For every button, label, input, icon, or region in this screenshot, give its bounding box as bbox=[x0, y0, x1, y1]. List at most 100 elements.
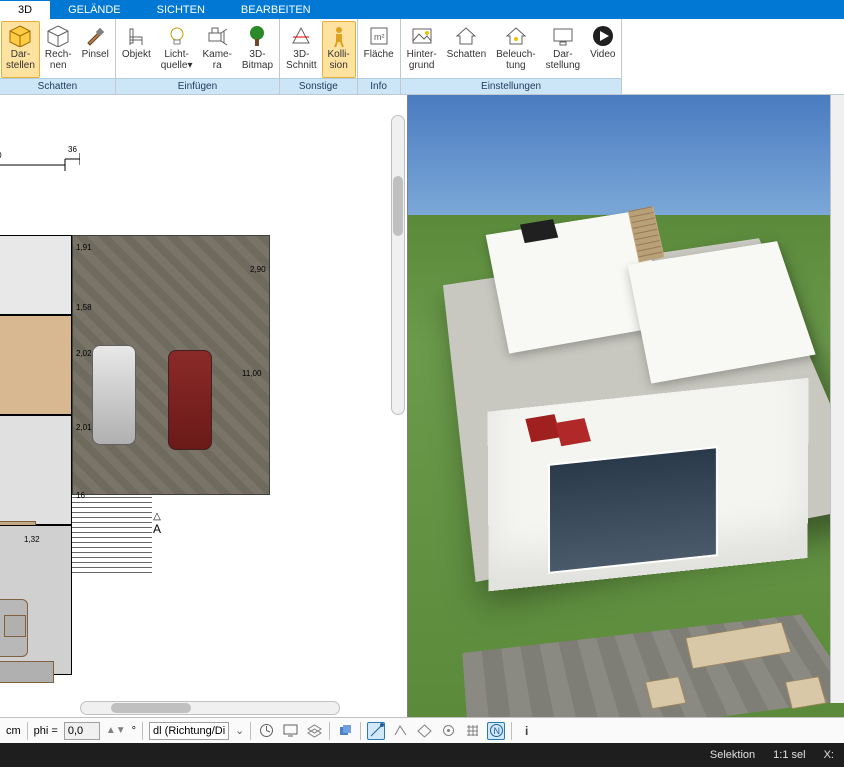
rechnen-button[interactable]: Rech- nen bbox=[40, 21, 77, 78]
plan-v-scroll-thumb[interactable] bbox=[393, 176, 403, 236]
plan-h-scroll-thumb[interactable] bbox=[111, 703, 191, 713]
dim-16: 16 bbox=[76, 491, 85, 500]
svg-text:m²: m² bbox=[374, 32, 385, 42]
living-chair bbox=[4, 615, 26, 637]
lichtquelle-label: Licht- quelle▾ bbox=[161, 49, 193, 71]
menu-tab-3d[interactable]: 3D bbox=[0, 0, 50, 19]
hintergrund-button[interactable]: Hinter- grund bbox=[402, 21, 442, 78]
workspace: 5,60 36 Bad 14,12 m² Küche 19,20 m² bbox=[0, 95, 844, 717]
info-icon[interactable]: i bbox=[518, 722, 536, 740]
kollision-button[interactable]: Kolli- sion bbox=[322, 21, 356, 78]
ribbon-group-sonstige: 3D- Schnitt Kolli- sion Sonstige bbox=[280, 19, 358, 94]
kollision-label: Kolli- sion bbox=[328, 49, 350, 71]
car-silver[interactable] bbox=[92, 345, 136, 445]
3d-bitmap-label: 3D- Bitmap bbox=[242, 49, 273, 71]
screen-icon bbox=[551, 24, 575, 48]
car-red[interactable] bbox=[168, 350, 212, 450]
snap-center-icon[interactable] bbox=[439, 722, 457, 740]
clock-icon[interactable] bbox=[257, 722, 275, 740]
ribbon-group-label-info: Info bbox=[358, 78, 400, 94]
north-icon[interactable]: N bbox=[487, 722, 505, 740]
3d-schnitt-button[interactable]: 3D- Schnitt bbox=[281, 21, 322, 78]
dim-202: 2,02 bbox=[76, 349, 92, 358]
room-bad[interactable] bbox=[0, 235, 72, 315]
dim-132: 1,32 bbox=[24, 535, 40, 544]
view-2d[interactable]: 5,60 36 Bad 14,12 m² Küche 19,20 m² bbox=[0, 95, 408, 717]
person-icon bbox=[327, 24, 351, 48]
3d-v-scrollbar[interactable] bbox=[830, 95, 844, 703]
svg-text:i: i bbox=[525, 724, 528, 738]
phi-input[interactable] bbox=[64, 722, 100, 740]
ribbon-group-label-einstellungen: Einstellungen bbox=[401, 78, 622, 94]
schatten-e-button[interactable]: Schatten bbox=[442, 21, 491, 78]
objekt-button[interactable]: Objekt bbox=[117, 21, 156, 78]
3d-patio-chair-1 bbox=[645, 676, 687, 709]
room-dining[interactable] bbox=[0, 415, 72, 525]
darstellung-e-label: Dar- stellung bbox=[546, 49, 580, 71]
ribbon-group-schatten: Dar- stellen Rech- nen Pinsel Schatten bbox=[0, 19, 116, 94]
3d-red-chair-1 bbox=[525, 414, 561, 442]
kamera-label: Kame- ra bbox=[202, 49, 231, 71]
dim-201: 2,01 bbox=[76, 423, 92, 432]
lichtquelle-button[interactable]: Licht- quelle▾ bbox=[156, 21, 198, 78]
view-3d[interactable] bbox=[408, 95, 844, 717]
status-selection: Selektion bbox=[710, 749, 755, 761]
cube-icon bbox=[8, 24, 32, 48]
dim-560: 5,60 bbox=[0, 151, 2, 160]
snap-midpoint-icon[interactable] bbox=[391, 722, 409, 740]
phi-label: phi = bbox=[34, 725, 58, 737]
3d-box-icon[interactable] bbox=[336, 722, 354, 740]
3d-window-large bbox=[548, 446, 718, 574]
layers-icon[interactable] bbox=[305, 722, 323, 740]
pinsel-label: Pinsel bbox=[82, 49, 109, 60]
ribbon-group-label-sonstige: Sonstige bbox=[280, 78, 357, 94]
status-ratio: 1:1 sel bbox=[773, 749, 805, 761]
status-x: X: bbox=[824, 749, 834, 761]
svg-text:N: N bbox=[493, 726, 500, 736]
delta-input[interactable] bbox=[149, 722, 229, 740]
ribbon-group-einfuegen: Objekt Licht- quelle▾ Kame- ra 3D- Bitma… bbox=[116, 19, 280, 94]
3d-red-chair-2 bbox=[555, 418, 591, 446]
snap-grid-icon[interactable] bbox=[463, 722, 481, 740]
ribbon-group-einstellungen: Hinter- grund Schatten Beleuch- tung Dar… bbox=[401, 19, 623, 94]
menu-tab-sichten[interactable]: SICHTEN bbox=[139, 0, 223, 19]
kamera-button[interactable]: Kame- ra bbox=[197, 21, 236, 78]
darstellen-button[interactable]: Dar- stellen bbox=[1, 21, 40, 78]
beleuchtung-label: Beleuch- tung bbox=[496, 49, 535, 71]
brush-icon bbox=[83, 24, 107, 48]
room-kueche[interactable] bbox=[0, 315, 72, 415]
snap-endpoint-icon[interactable] bbox=[367, 722, 385, 740]
flaeche-label: Fläche bbox=[364, 49, 394, 60]
plan-v-scrollbar[interactable] bbox=[391, 115, 405, 415]
darstellung-e-button[interactable]: Dar- stellung bbox=[541, 21, 585, 78]
menu-tab-gelaende[interactable]: GELÄNDE bbox=[50, 0, 139, 19]
video-button[interactable]: Video bbox=[585, 21, 620, 78]
slice-icon bbox=[289, 24, 313, 48]
deg-label: ° bbox=[132, 725, 136, 737]
hintergrund-label: Hinter- grund bbox=[407, 49, 437, 71]
flaeche-button[interactable]: m² Fläche bbox=[359, 21, 399, 78]
section-marker-a: △ A bbox=[153, 511, 161, 536]
ribbon: Dar- stellen Rech- nen Pinsel Schatten O… bbox=[0, 19, 844, 95]
rechnen-label: Rech- nen bbox=[45, 49, 72, 71]
screen-small-icon[interactable] bbox=[281, 722, 299, 740]
house-light-icon bbox=[504, 24, 528, 48]
snap-perp-icon[interactable] bbox=[415, 722, 433, 740]
area-icon: m² bbox=[367, 24, 391, 48]
unit-label: cm bbox=[6, 725, 21, 737]
garden-hatch bbox=[72, 495, 152, 575]
dim-191: 1,91 bbox=[76, 243, 92, 252]
dropdown-chevron-icon[interactable]: ⌄ bbox=[235, 724, 244, 737]
objekt-label: Objekt bbox=[122, 49, 151, 60]
pinsel-button[interactable]: Pinsel bbox=[77, 21, 114, 78]
beleuchtung-button[interactable]: Beleuch- tung bbox=[491, 21, 540, 78]
menu-tab-bearbeiten[interactable]: BEARBEITEN bbox=[223, 0, 329, 19]
play-icon bbox=[591, 24, 615, 48]
schatten-e-label: Schatten bbox=[447, 49, 486, 60]
plan-h-scrollbar[interactable] bbox=[80, 701, 340, 715]
3d-bitmap-button[interactable]: 3D- Bitmap bbox=[237, 21, 278, 78]
3d-sky bbox=[408, 95, 844, 215]
darstellen-label: Dar- stellen bbox=[6, 49, 35, 71]
dim-158: 1,58 bbox=[76, 303, 92, 312]
house-icon bbox=[454, 24, 478, 48]
